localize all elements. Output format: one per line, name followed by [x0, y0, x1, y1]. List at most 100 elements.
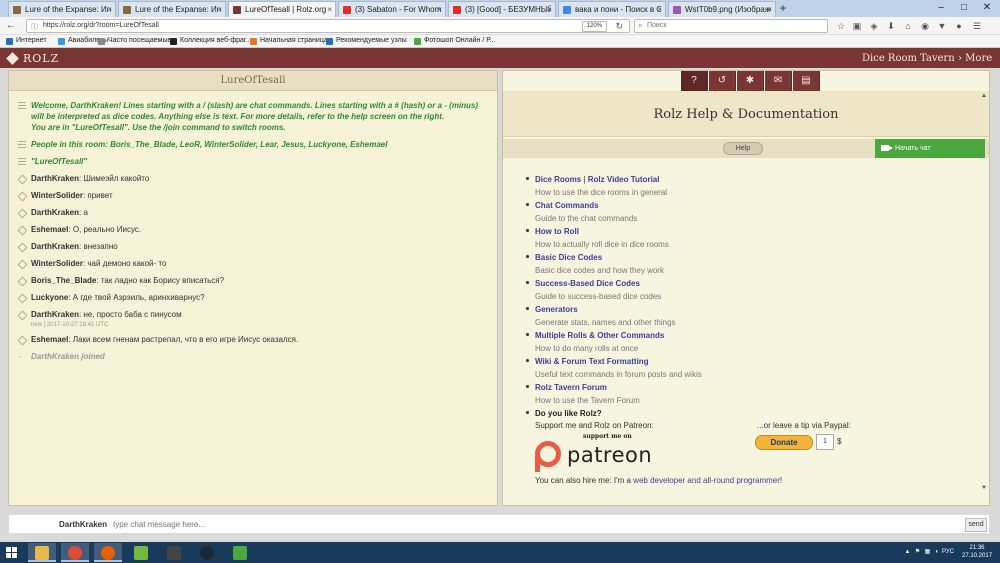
minimize-button[interactable]: – [930, 0, 952, 15]
message-user[interactable]: Luckyone [31, 293, 68, 302]
chat-log[interactable]: Welcome, DarthKraken! Lines starting wit… [9, 91, 497, 362]
message-text: Лаки всем гнeнам растрепал, что в его иг… [72, 335, 299, 344]
help-link[interactable]: Success-Based Dice Codes [535, 278, 965, 290]
browser-tab[interactable]: Lure of the Expanse: Игольн× [8, 1, 116, 17]
taskbar-app-chrome[interactable] [61, 543, 89, 562]
help-link[interactable]: Wiki & Forum Text Formatting [535, 356, 965, 368]
tray-flag-icon[interactable]: ⚑ [914, 549, 921, 556]
tab-close-icon[interactable]: × [547, 5, 552, 14]
nav-dice-room[interactable]: Dice Room [862, 53, 917, 64]
tray-network-icon[interactable]: ▦ [924, 549, 931, 556]
browser-tab[interactable]: вака и пони - Поиск в Goog× [558, 1, 666, 17]
tab-close-icon[interactable]: × [657, 5, 662, 14]
browser-tab[interactable]: (3) [Good] - БЕЗУМНЫЙ М× [448, 1, 556, 17]
zoom-level[interactable]: 120% [581, 21, 607, 32]
help-button[interactable]: Help [723, 142, 763, 155]
message-user[interactable]: DarthKraken [31, 310, 79, 319]
nav-tavern[interactable]: Tavern [920, 53, 955, 64]
scroll-down-arrow[interactable]: ▼ [981, 485, 987, 491]
browser-tab[interactable]: Lure of the Expanse: Игольн× [118, 1, 226, 17]
message-user[interactable]: WinterSolider [31, 259, 83, 268]
gear-icon[interactable]: ✱ [737, 71, 764, 91]
help-link-dice-rooms[interactable]: Dice Rooms [535, 175, 581, 184]
taskbar-app-utorrent[interactable] [127, 543, 155, 562]
bookmark-item[interactable]: Коллекция веб-фраг... [170, 37, 252, 45]
mail-icon[interactable]: ✉ [765, 71, 792, 91]
bookmark-item[interactable]: Интернет [6, 37, 47, 45]
help-link-video-tutorial[interactable]: Rolz Video Tutorial [588, 175, 660, 184]
nav-more[interactable]: › More [958, 53, 992, 64]
help-link[interactable]: Chat Commands [535, 200, 965, 212]
taskbar-app-explorer[interactable] [28, 543, 56, 562]
message-user[interactable]: DarthKraken [31, 242, 79, 251]
tray-language[interactable]: РУС [942, 549, 954, 555]
message-user[interactable]: WinterSolider [31, 191, 83, 200]
star-icon[interactable]: ☆ [836, 21, 846, 31]
taskbar-app-installer[interactable] [226, 543, 254, 562]
tab-close-icon[interactable]: × [217, 5, 222, 14]
browser-tab[interactable]: (3) Sabaton - For Whom × [338, 1, 446, 17]
browser-tab[interactable]: WstT0b9.png (Изображени× [668, 1, 776, 17]
help-item: Wiki & Forum Text Formatting Useful text … [525, 356, 965, 381]
tab-close-icon[interactable]: × [327, 5, 332, 14]
adblock-icon[interactable]: ● [954, 21, 964, 31]
help-link[interactable]: Rolz Tavern Forum [535, 382, 965, 394]
rolz-logo[interactable]: ROLZ [6, 52, 59, 65]
donate-button[interactable]: Donate [755, 435, 813, 450]
message-user[interactable]: DarthKraken [31, 208, 79, 217]
reload-icon[interactable]: ↻ [615, 21, 623, 32]
tray-arrow-icon[interactable]: ▲ [904, 549, 911, 556]
windows-start-icon[interactable] [6, 547, 18, 559]
message-user[interactable]: DarthKraken [31, 174, 79, 183]
taskbar-app-firefox[interactable] [94, 543, 122, 562]
chat-message-input[interactable] [113, 518, 963, 531]
donate-amount-input[interactable]: 1 [816, 434, 834, 450]
back-arrow-icon[interactable]: ← [4, 19, 18, 33]
message-user[interactable]: Eshemael [31, 225, 68, 234]
tray-clock[interactable]: 21:36 27.10.2017 [962, 544, 992, 560]
tray-time: 21:36 [969, 545, 985, 551]
explorer-icon [35, 546, 49, 560]
tab-close-icon[interactable]: × [437, 5, 442, 14]
home-icon[interactable]: ⌂ [903, 21, 913, 31]
bookmark-label: Коллекция веб-фраг... [180, 37, 252, 44]
help-link[interactable]: Multiple Rolls & Other Commands [535, 330, 965, 342]
taskbar-app-steam[interactable] [193, 543, 221, 562]
download-icon[interactable]: ⬇ [886, 21, 896, 31]
scroll-up-arrow[interactable]: ▲ [981, 93, 987, 99]
vk-icon[interactable]: ◉ [920, 21, 930, 31]
help-link[interactable]: Basic Dice Codes [535, 252, 965, 264]
taskbar-app-game[interactable] [160, 543, 188, 562]
url-bar[interactable]: ⓘ https://rolz.org/dr?room=LureOfTesall … [26, 19, 630, 33]
help-link[interactable]: How to Roll [535, 226, 965, 238]
help-link[interactable]: Generators [535, 304, 965, 316]
extension-icon[interactable]: ▼ [937, 21, 947, 31]
book-icon[interactable]: ▤ [793, 71, 820, 91]
tray-volume-icon[interactable]: ◖ [933, 549, 940, 556]
bookmark-item[interactable]: Фотошоп Онлайн / Р... [414, 37, 495, 45]
clipboard-icon[interactable]: ▣ [852, 21, 862, 31]
history-icon[interactable]: ↺ [709, 71, 736, 91]
bookmark-item[interactable]: Рекомендуемые узлы [326, 37, 407, 45]
bookmark-item[interactable]: Часто посещаемые [98, 37, 171, 45]
message-user[interactable]: Boris_The_Blade [31, 276, 96, 285]
browser-tab[interactable]: LureOfTesall | Rolz.org × [228, 1, 336, 18]
hire-link[interactable]: web developer and all-round programmer [633, 476, 780, 485]
search-bar[interactable]: ⌕ [634, 19, 828, 33]
patreon-logo[interactable]: support me on patreon [535, 433, 675, 472]
bullet-icon [526, 229, 529, 232]
maximize-button[interactable]: □ [953, 0, 975, 15]
bookmark-item[interactable]: Начальная страница [250, 37, 328, 45]
message-user[interactable]: Eshemael [31, 335, 68, 344]
tab-close-icon[interactable]: × [107, 5, 112, 14]
new-tab-button[interactable]: + [776, 1, 790, 15]
close-window-button[interactable]: ✕ [976, 0, 998, 15]
menu-icon[interactable]: ☰ [972, 21, 982, 31]
tab-close-icon[interactable]: × [767, 5, 772, 14]
shield-icon[interactable]: ◈ [869, 21, 879, 31]
start-chat-button[interactable]: Начать чат [875, 139, 985, 158]
send-button[interactable]: send [965, 518, 987, 532]
message-text: Шимеэйл какойто [83, 174, 150, 183]
search-input[interactable] [647, 22, 817, 29]
question-icon[interactable]: ? [681, 71, 708, 91]
